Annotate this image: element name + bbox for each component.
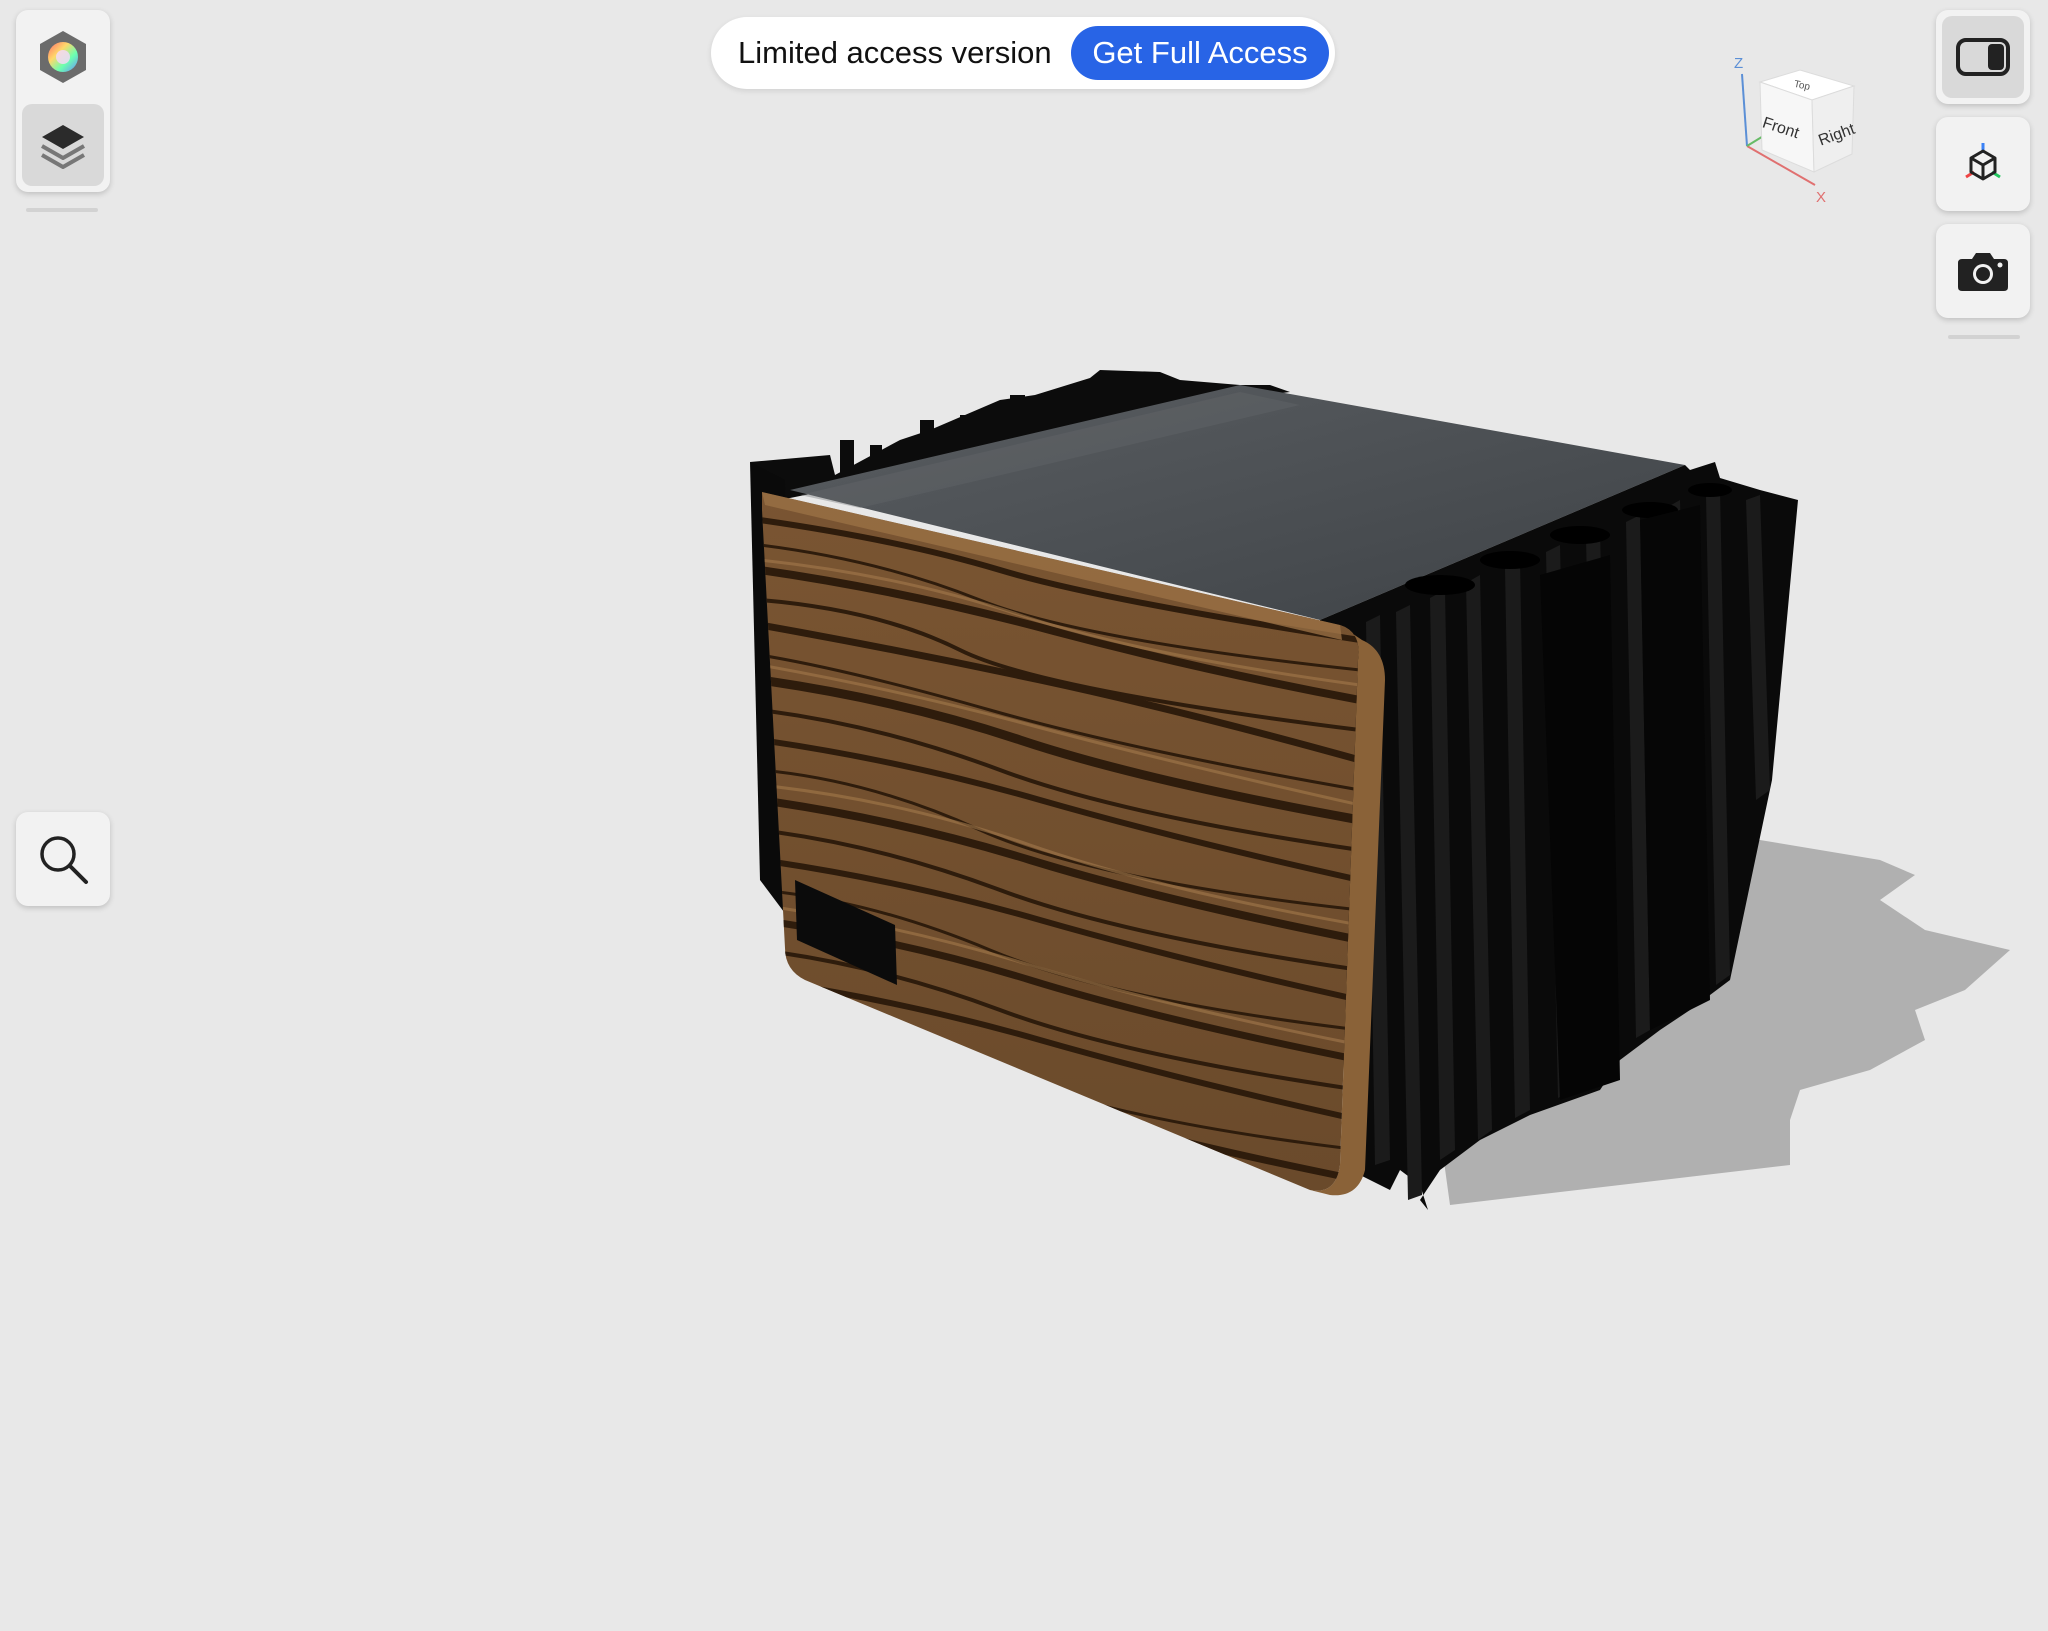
- 3d-viewport[interactable]: Limited access version Get Full Access Z…: [0, 0, 2048, 1631]
- appearance-button[interactable]: [22, 16, 104, 98]
- z-axis-label: Z: [1734, 55, 1743, 72]
- left-toolbar: [16, 10, 110, 192]
- panel-toggle-icon: [1956, 38, 2010, 76]
- limited-access-banner: Limited access version Get Full Access: [711, 17, 1335, 89]
- get-full-access-button[interactable]: Get Full Access: [1071, 26, 1329, 80]
- 3d-model[interactable]: [0, 0, 2048, 1631]
- view-cube[interactable]: Z X Top Front Right: [1730, 50, 1900, 210]
- model-orientation-button[interactable]: [1936, 117, 2030, 211]
- layers-button[interactable]: [22, 104, 104, 186]
- camera-icon: [1958, 253, 2008, 291]
- search-icon: [40, 836, 88, 884]
- appearance-color-hex-icon: [40, 31, 86, 83]
- x-axis-label: X: [1816, 189, 1826, 206]
- layers-icon: [41, 125, 85, 169]
- panel-toggle-button[interactable]: [1936, 10, 2030, 104]
- screenshot-button[interactable]: [1936, 224, 2030, 318]
- z-axis-line: [1741, 73, 1748, 147]
- left-toolbar-divider: [26, 208, 98, 212]
- right-toolbar-divider: [1948, 335, 2020, 339]
- explode-view-cube-icon: [1965, 143, 2001, 181]
- zoom-button[interactable]: [16, 812, 110, 906]
- banner-text: Limited access version: [738, 35, 1052, 70]
